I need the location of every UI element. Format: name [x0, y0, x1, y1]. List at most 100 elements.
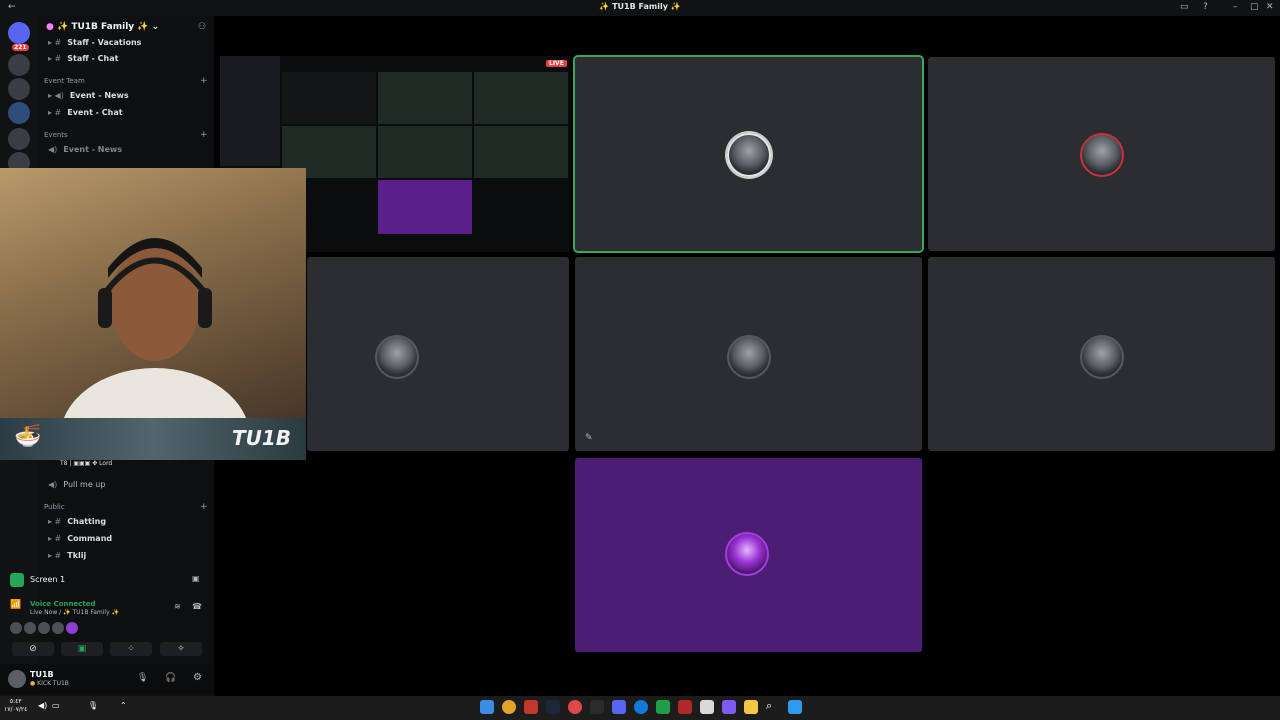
channel-item[interactable]: ▸ # Tklij: [48, 551, 86, 560]
participant-tile[interactable]: [575, 458, 922, 652]
start-icon[interactable]: [788, 700, 802, 714]
participant-tile[interactable]: [928, 57, 1275, 251]
signal-icon[interactable]: 📶: [10, 600, 21, 610]
participant-avatar[interactable]: [24, 622, 36, 634]
voice-channel[interactable]: ◀) Pull me up: [48, 480, 105, 489]
participant-avatar[interactable]: [52, 622, 64, 634]
search-icon[interactable]: ⌕: [766, 699, 772, 713]
chevron-down-icon: ⌄: [151, 22, 160, 32]
channel-item[interactable]: ▸ # Chatting: [48, 517, 106, 526]
nested-tile: [282, 72, 376, 124]
category-public[interactable]: Public: [44, 503, 65, 511]
participant-tile[interactable]: [928, 257, 1275, 451]
microphone-icon[interactable]: 🎙: [88, 701, 98, 710]
title-bar: ✨ TU1B Family ✨ ← ▭ ? – ▢ ✕: [0, 0, 1280, 16]
app-icon[interactable]: [568, 700, 582, 714]
avatar: [375, 335, 419, 379]
channel-item[interactable]: ▸ ◀) Event - News: [48, 91, 129, 100]
clock[interactable]: ٥:٤٣ ١٧/٠٧/٢٤: [4, 698, 27, 714]
channel-item[interactable]: ▸ # Event - Chat: [48, 108, 123, 117]
window-title: ✨ TU1B Family ✨: [599, 2, 681, 11]
edge-icon[interactable]: [634, 700, 648, 714]
home-icon[interactable]: [8, 22, 30, 44]
screen-icon: [10, 573, 24, 587]
logo-icon: 🍜: [14, 424, 42, 449]
noise-suppression-icon[interactable]: ≋: [174, 602, 181, 611]
webcam-overlay: 🍜 TU1B: [0, 168, 306, 460]
screenshare-label: Screen 1: [30, 575, 66, 584]
screenshare-panel[interactable]: Screen 1 ▣: [6, 570, 210, 592]
activities-button[interactable]: ⁘: [110, 642, 152, 656]
app-icon[interactable]: [678, 700, 692, 714]
chrome-icon[interactable]: [502, 700, 516, 714]
server-icon[interactable]: [8, 78, 30, 100]
add-member-icon[interactable]: ⚇: [198, 22, 206, 32]
channel-item[interactable]: ▸ # Staff - Chat: [48, 54, 118, 63]
avatar: [725, 532, 769, 576]
streamer-logo-text: TU1B: [232, 426, 292, 450]
category-events[interactable]: Events: [44, 131, 68, 139]
camera-off-button[interactable]: ⊘: [12, 642, 54, 656]
channel-item[interactable]: ▸ # Command: [48, 534, 112, 543]
nested-tile: [378, 180, 472, 234]
user-status: ● KICK TU1B: [30, 680, 69, 687]
participant-tile[interactable]: ✎: [575, 257, 922, 451]
taskbar: ٥:٤٣ ١٧/٠٧/٢٤ ◀) ▭ 🎙 ⌃ ⌕: [0, 696, 1280, 720]
back-icon[interactable]: ←: [8, 2, 16, 12]
steam-icon[interactable]: [546, 700, 560, 714]
folder-icon[interactable]: [744, 700, 758, 714]
participant-tile[interactable]: [307, 257, 569, 451]
unread-badge: 221: [12, 44, 29, 51]
microphone-icon[interactable]: 🎙: [137, 673, 148, 683]
voice-status[interactable]: Voice Connected: [30, 600, 96, 608]
nested-tile: [378, 72, 472, 124]
server-icon[interactable]: [8, 128, 30, 150]
screen-share-button[interactable]: ▣: [61, 642, 103, 656]
app-icon[interactable]: [524, 700, 538, 714]
channel-item[interactable]: ◀) Event - News: [48, 145, 122, 154]
add-channel-icon[interactable]: +: [200, 502, 208, 512]
soundboard-button[interactable]: ✧: [160, 642, 202, 656]
excel-icon[interactable]: [656, 700, 670, 714]
avatar: [727, 335, 771, 379]
maximize-icon[interactable]: ▢: [1250, 2, 1259, 12]
headphones-icon[interactable]: 🎧: [165, 673, 176, 683]
live-badge: LIVE: [546, 60, 567, 67]
discord-icon[interactable]: [612, 700, 626, 714]
app-icon[interactable]: [722, 700, 736, 714]
participant-tile[interactable]: [573, 55, 924, 253]
minimize-icon[interactable]: –: [1233, 2, 1238, 12]
display-icon[interactable]: ▭: [52, 701, 60, 710]
help-icon[interactable]: ?: [1203, 2, 1208, 12]
add-channel-icon[interactable]: +: [200, 76, 208, 86]
server-name[interactable]: ● ✨ TU1B Family ✨ ⌄: [46, 22, 159, 32]
app-icon[interactable]: [590, 700, 604, 714]
voice-member[interactable]: T8 | ▣▣▣ ✤ Lord: [60, 460, 112, 467]
category-event-team[interactable]: Event Team: [44, 77, 85, 85]
avatar[interactable]: [8, 670, 26, 688]
username[interactable]: TU1B: [30, 670, 54, 679]
muted-icon: ✎: [585, 433, 593, 443]
server-icon[interactable]: [8, 102, 30, 124]
voice-location[interactable]: Live Now / ✨ TU1B Family ✨: [30, 609, 119, 616]
participant-avatar[interactable]: [10, 622, 22, 634]
popout-icon[interactable]: ▣: [192, 574, 200, 583]
inbox-icon[interactable]: ▭: [1180, 2, 1189, 12]
voice-panel: 📶 Voice Connected Live Now / ✨ TU1B Fami…: [6, 598, 210, 660]
app-icon[interactable]: [480, 700, 494, 714]
server-icon[interactable]: [8, 54, 30, 76]
channel-item[interactable]: ▸ # Staff - Vacations: [48, 38, 141, 47]
nested-tile: [474, 126, 568, 178]
close-icon[interactable]: ✕: [1266, 2, 1274, 12]
disconnect-icon[interactable]: ☎: [192, 602, 202, 611]
nested-tile: [474, 72, 568, 124]
gear-icon[interactable]: ⚙: [193, 672, 202, 683]
user-panel: TU1B ● KICK TU1B 🎙 🎧 ⚙: [0, 664, 214, 694]
avatar: [1080, 335, 1124, 379]
participant-avatar[interactable]: [38, 622, 50, 634]
participant-avatar[interactable]: [66, 622, 78, 634]
chevron-up-icon[interactable]: ⌃: [120, 701, 127, 710]
add-channel-icon[interactable]: +: [200, 130, 208, 140]
volume-icon[interactable]: ◀): [38, 701, 47, 710]
app-icon[interactable]: [700, 700, 714, 714]
